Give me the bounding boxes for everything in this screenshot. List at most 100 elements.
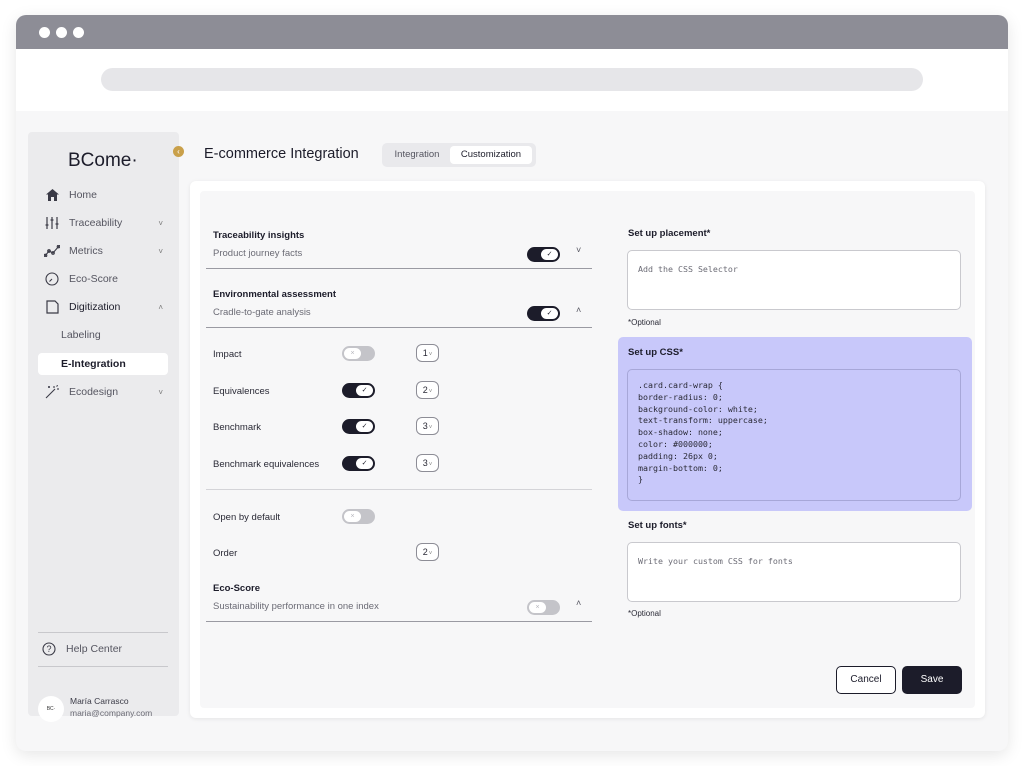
caret-down-icon: ˅ [428, 389, 433, 395]
check-icon: ✓ [356, 421, 373, 432]
order-value: 1 [422, 348, 428, 358]
sidebar-item-label: Ecodesign [69, 386, 119, 398]
placement-optional-note: *Optional [628, 318, 661, 327]
benchmark-equivalences-order-select[interactable]: 3˅ [416, 454, 439, 472]
chevron-down-icon: ˅ [158, 218, 163, 228]
sidebar-item-traceability[interactable]: Traceability ˅ [38, 212, 169, 234]
css-selector-input[interactable]: Add the CSS Selector [627, 250, 961, 310]
help-center-label: Help Center [66, 643, 123, 655]
ecoscore-toggle[interactable]: × [527, 600, 560, 615]
magic-wand-icon [41, 385, 63, 399]
equivalences-label: Equivalences [213, 386, 270, 397]
tab-group: Integration Customization [382, 143, 536, 167]
divider [206, 621, 592, 622]
sidebar-item-label: Digitization [69, 301, 121, 313]
tab-integration[interactable]: Integration [386, 146, 448, 164]
benchmark-equivalences-label: Benchmark equivalences [213, 459, 320, 470]
address-bar[interactable] [101, 68, 923, 91]
sidebar-item-digitization[interactable]: Digitization ˄ [38, 296, 169, 318]
ecoscore-title: Eco-Score [213, 583, 260, 594]
check-icon: ✓ [356, 458, 373, 469]
user-email: maria@company.com [70, 708, 153, 718]
sidebar-item-label: E-Integration [61, 358, 126, 370]
benchmark-label: Benchmark [213, 422, 262, 433]
sidebar-item-e-integration[interactable]: E-Integration [38, 353, 168, 375]
chevron-up-icon: ˄ [158, 302, 163, 312]
traceability-subtitle: Product journey facts [213, 248, 303, 259]
chevron-down-icon[interactable]: ˅ [576, 245, 581, 255]
traceability-title: Traceability insights [213, 230, 305, 241]
open-by-default-label: Open by default [213, 512, 281, 523]
fonts-optional-note: *Optional [628, 609, 661, 618]
address-area [16, 49, 1008, 111]
sliders-icon [41, 216, 63, 230]
benchmark-order-select[interactable]: 3˅ [416, 417, 439, 435]
equivalences-toggle[interactable]: ✓ [342, 383, 375, 398]
css-editor[interactable]: .card.card-wrap { border-radius: 0; back… [627, 369, 961, 501]
page-title: E-commerce Integration [204, 146, 359, 162]
order-value: 2 [422, 547, 428, 557]
collapse-sidebar-icon[interactable]: ‹ [173, 146, 184, 157]
caret-down-icon: ˅ [428, 425, 433, 431]
equivalences-order-select[interactable]: 2˅ [416, 381, 439, 399]
divider [206, 268, 592, 269]
order-value: 2 [422, 385, 428, 395]
order-label: Order [213, 548, 238, 559]
css-label: Set up CSS* [628, 347, 683, 358]
tab-customization[interactable]: Customization [450, 146, 532, 164]
home-icon [41, 189, 63, 201]
document-icon [41, 300, 63, 314]
chart-line-icon [41, 245, 63, 257]
sidebar: BCome· Home Traceability ˅ Metrics ˅ Eco… [28, 132, 179, 722]
cross-icon: × [344, 511, 361, 522]
open-by-default-toggle[interactable]: × [342, 509, 375, 524]
window-minimize-dot[interactable] [56, 27, 67, 38]
cross-icon: × [344, 348, 361, 359]
svg-text:?: ? [46, 644, 51, 654]
sidebar-item-label: Metrics [69, 245, 103, 257]
chevron-up-icon[interactable]: ˄ [576, 598, 581, 608]
divider [38, 632, 168, 633]
user-name: María Carrasco [70, 696, 129, 706]
window-maximize-dot[interactable] [73, 27, 84, 38]
environmental-toggle[interactable]: ✓ [527, 306, 560, 321]
caret-down-icon: ˅ [428, 352, 433, 358]
caret-down-icon: ˅ [428, 462, 433, 468]
cancel-button[interactable]: Cancel [836, 666, 896, 694]
help-center-link[interactable]: ? Help Center [38, 638, 169, 660]
sidebar-item-labeling[interactable]: Labeling [38, 324, 168, 346]
impact-toggle[interactable]: × [342, 346, 375, 361]
fonts-label: Set up fonts* [628, 520, 687, 531]
order-select[interactable]: 2˅ [416, 543, 439, 561]
fonts-css-input[interactable]: Write your custom CSS for fonts [627, 542, 961, 602]
sidebar-item-ecodesign[interactable]: Ecodesign ˅ [38, 381, 169, 403]
sidebar-item-label: Home [69, 189, 98, 201]
chevron-up-icon[interactable]: ˄ [576, 305, 581, 315]
content-panel: Traceability insights Product journey fa… [190, 181, 985, 718]
benchmark-toggle[interactable]: ✓ [342, 419, 375, 434]
save-button[interactable]: Save [902, 666, 962, 694]
help-icon: ? [38, 642, 60, 656]
divider [206, 489, 592, 490]
sidebar-item-label: Eco-Score [69, 273, 119, 285]
divider [38, 666, 168, 667]
traceability-toggle[interactable]: ✓ [527, 247, 560, 262]
browser-window: BCome· Home Traceability ˅ Metrics ˅ Eco… [16, 15, 1008, 751]
environmental-subtitle: Cradle-to-gate analysis [213, 307, 311, 318]
cross-icon: × [529, 602, 546, 613]
placement-label: Set up placement* [628, 228, 711, 239]
check-icon: ✓ [356, 385, 373, 396]
window-titlebar [16, 15, 1008, 49]
sidebar-item-home[interactable]: Home [38, 184, 169, 206]
sidebar-item-metrics[interactable]: Metrics ˅ [38, 240, 169, 262]
benchmark-equivalences-toggle[interactable]: ✓ [342, 456, 375, 471]
sidebar-item-label: Labeling [61, 329, 101, 341]
impact-order-select[interactable]: 1˅ [416, 344, 439, 362]
chevron-down-icon: ˅ [158, 387, 163, 397]
sidebar-item-label: Traceability [69, 217, 123, 229]
sidebar-item-eco-score[interactable]: Eco-Score [38, 268, 169, 290]
check-icon: ✓ [541, 308, 558, 319]
check-icon: ✓ [541, 249, 558, 260]
window-close-dot[interactable] [39, 27, 50, 38]
avatar[interactable]: BC· [38, 696, 64, 722]
